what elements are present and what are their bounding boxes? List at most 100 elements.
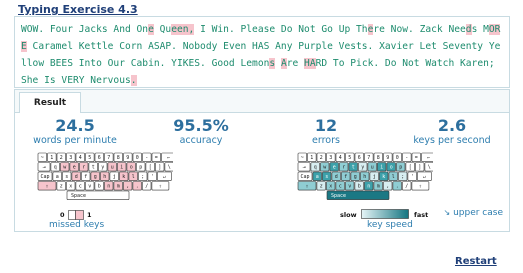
key-label: , <box>386 184 389 190</box>
key-label: r <box>342 165 345 171</box>
key-label: . <box>396 184 399 190</box>
key-label: v <box>88 184 91 190</box>
key-label: - <box>145 155 148 161</box>
key-label: r <box>82 165 85 171</box>
key-label: 1 <box>310 155 313 161</box>
key-label: q <box>54 165 57 171</box>
key-speed-keyboard: ~1 2 3 4 5 6 7 8 9 0- = ←⇥ q w e r t y u i o p[] \Cap a s d f g h j k l… <box>297 152 433 200</box>
key-label: [ <box>409 165 412 171</box>
key-label: ↵ <box>163 174 166 180</box>
key-label: 4 <box>79 155 82 161</box>
key-label: 2 <box>320 155 323 161</box>
wpm-label: words per minute <box>33 135 117 146</box>
typed-segment: re <box>286 58 305 69</box>
key-label: Cap <box>40 174 49 180</box>
key-label: b <box>358 184 361 190</box>
key-label: j <box>373 174 376 180</box>
key-label: 5 <box>88 155 91 161</box>
errors-stat: 12 errors <box>301 117 351 147</box>
key-label: s <box>65 174 68 180</box>
restart-link[interactable]: Restart <box>455 256 497 267</box>
accuracy-stat: 95.5% accuracy <box>155 117 247 147</box>
wpm-stat: 24.5 words per minute <box>21 117 129 147</box>
key-speed-label: key speed <box>367 220 413 230</box>
typed-text-panel: WOW. Four Jacks And One Queen, I Win. Pl… <box>14 16 510 88</box>
key-label: c <box>79 184 82 190</box>
key-label: ⇥ <box>302 165 305 171</box>
key-label: Cap <box>300 174 309 180</box>
key-label: , <box>126 184 129 190</box>
tab-result[interactable]: Result <box>19 92 81 113</box>
key-label: 0 <box>396 155 399 161</box>
key-label: o <box>130 165 133 171</box>
key-label: p <box>139 165 142 171</box>
typed-text: WOW. Four Jacks And One Queen, I Win. Pl… <box>21 21 503 89</box>
key-label: q <box>314 165 317 171</box>
key-label: h <box>363 174 366 180</box>
key-label: - <box>405 155 408 161</box>
key-label: c <box>339 184 342 190</box>
key-label: ↵ <box>423 174 426 180</box>
space-label: Space <box>331 193 346 199</box>
typed-segment: re Now. Zack Nee <box>373 24 466 35</box>
key-label: a <box>316 174 319 180</box>
key-label: ← <box>167 155 170 161</box>
upper-case-link[interactable]: ↘ upper case <box>444 208 504 218</box>
kps-label: keys per second <box>413 135 491 146</box>
space-label: Space <box>71 193 86 199</box>
errors-label: errors <box>312 135 340 146</box>
result-panel: Result 24.5 words per minute 95.5% accur… <box>14 89 510 232</box>
key-label: 1 <box>50 155 53 161</box>
speed-scale-fast: fast <box>414 211 429 219</box>
key-label: m <box>377 184 380 190</box>
missed-keys-keyboard: ~1 2 3 4 5 6 7 8 9 0- = ←⇥ q w e r t y u i o p[] \Cap a s d f g h j k l… <box>37 152 173 200</box>
key-label: 6 <box>358 155 361 161</box>
exercise-title[interactable]: Typing Exercise 4.3 <box>18 3 138 16</box>
typo-char: HA <box>304 58 316 69</box>
key-label: d <box>75 174 78 180</box>
key-label: y <box>101 165 104 171</box>
speed-scale-slow: slow <box>340 211 357 219</box>
key-label: e <box>73 165 76 171</box>
key-label: n <box>107 184 110 190</box>
key-label: m <box>117 184 120 190</box>
key-label: ] <box>158 165 161 171</box>
kps-value: 2.6 <box>437 116 467 135</box>
key-label: ⇧ <box>159 184 162 190</box>
typed-segment: Qu <box>153 24 172 35</box>
key-label: ← <box>427 155 430 161</box>
key-label: ' <box>411 174 414 180</box>
key-label: 7 <box>107 155 110 161</box>
key-label: z <box>60 184 63 190</box>
key-label: / <box>405 184 408 190</box>
key-label: g <box>94 174 97 180</box>
key-label: e <box>333 165 336 171</box>
upper-case-label: upper case <box>453 208 503 218</box>
key-label: o <box>390 165 393 171</box>
key-label: b <box>98 184 101 190</box>
key-label: 7 <box>367 155 370 161</box>
key-label: 6 <box>98 155 101 161</box>
key-label: 9 <box>126 155 129 161</box>
key-label: 8 <box>377 155 380 161</box>
key-label: = <box>155 155 158 161</box>
expand-arrow-icon: ↘ <box>443 208 451 217</box>
key-label: i <box>380 165 383 171</box>
key-label: d <box>335 174 338 180</box>
key-label: 9 <box>386 155 389 161</box>
missed-keys-label: missed keys <box>49 220 105 230</box>
kps-stat: 2.6 keys per second <box>407 117 497 147</box>
key-label: p <box>399 165 402 171</box>
key-label: k <box>382 174 385 180</box>
key-label: x <box>69 184 72 190</box>
key-label: ; <box>141 174 144 180</box>
key-label: n <box>367 184 370 190</box>
key-label: 4 <box>339 155 342 161</box>
speed-scale-gradient <box>361 209 409 219</box>
key-label: \ <box>428 165 431 171</box>
missed-scale-swatch <box>68 210 84 220</box>
key-label: j <box>113 174 116 180</box>
accuracy-value: 95.5% <box>173 116 229 135</box>
typo-char: . <box>130 75 137 86</box>
key-label: s <box>325 174 328 180</box>
